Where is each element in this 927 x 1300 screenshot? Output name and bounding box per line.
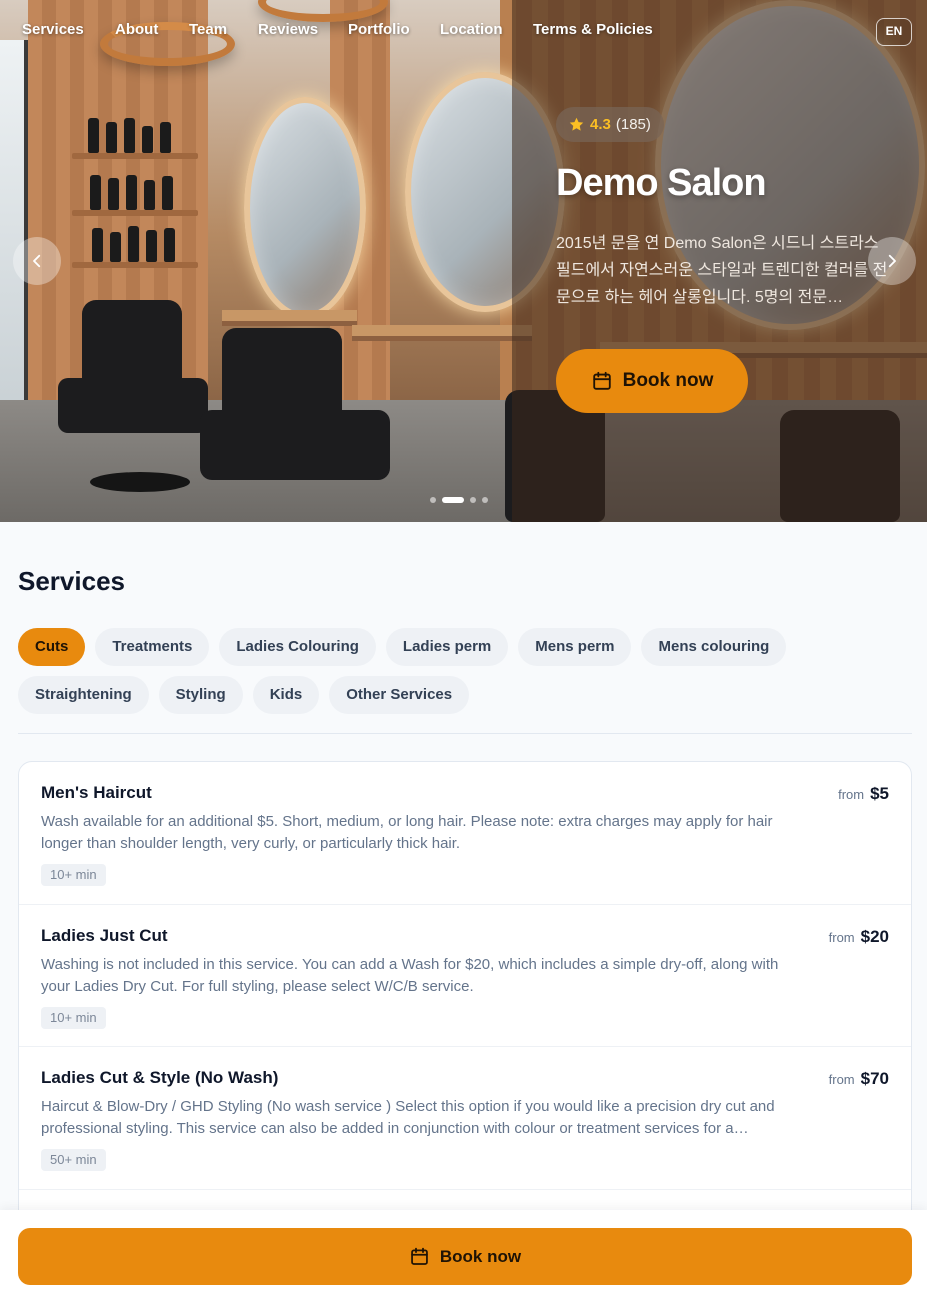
hero-book-now-button[interactable]: Book now: [556, 349, 748, 413]
service-item[interactable]: Ladies Just Cut Washing is not included …: [19, 905, 911, 1047]
language-switcher[interactable]: EN: [876, 18, 912, 46]
price-amount: $5: [870, 784, 889, 803]
price-prefix: from: [828, 1072, 855, 1087]
service-duration-badge: 50+ min: [41, 1149, 106, 1171]
carousel-prev-button[interactable]: [13, 237, 61, 285]
category-chip-other-services[interactable]: Other Services: [329, 676, 470, 714]
rating-badge: 4.3 (185): [556, 107, 664, 142]
service-price: from $5: [838, 784, 889, 804]
star-icon: [569, 117, 584, 131]
service-name: Men's Haircut: [41, 783, 152, 802]
category-chip-cuts[interactable]: Cuts: [18, 628, 86, 666]
category-chip-mens-colouring[interactable]: Mens colouring: [641, 628, 787, 666]
nav-link-services[interactable]: Services: [22, 18, 115, 42]
carousel-dot[interactable]: [470, 497, 476, 503]
service-item[interactable]: Men's Haircut Wash available for an addi…: [19, 762, 911, 905]
service-description: Haircut & Blow-Dry / GHD Styling (No was…: [41, 1098, 775, 1137]
service-name: Ladies Just Cut: [41, 925, 168, 945]
nav-link-reviews[interactable]: Reviews: [258, 18, 348, 42]
nav-link-terms[interactable]: Terms & Policies: [533, 18, 653, 42]
service-description: Washing is not included in this service.…: [41, 955, 779, 995]
nav-link-team[interactable]: Team: [189, 18, 258, 42]
price-amount: $20: [860, 926, 889, 946]
calendar-icon: [592, 371, 611, 390]
carousel-indicators: [430, 497, 488, 503]
service-duration-badge: 10+ min: [41, 1006, 106, 1029]
book-now-button[interactable]: Book now: [18, 1228, 912, 1285]
service-list: Men's Haircut Wash available for an addi…: [18, 761, 912, 1231]
calendar-icon: [411, 1247, 428, 1265]
carousel-next-button[interactable]: [868, 237, 916, 285]
sticky-booking-bar: Book now: [0, 1210, 927, 1300]
price-prefix: from: [828, 929, 855, 945]
hero-carousel: Services About Team Reviews Portfolio Lo…: [0, 0, 927, 522]
price-amount: $70: [860, 1069, 889, 1088]
service-category-tabs: Cuts Treatments Ladies Colouring Ladies …: [18, 628, 918, 714]
chevron-right-icon: [888, 254, 896, 268]
carousel-dot[interactable]: [430, 497, 436, 503]
chevron-left-icon: [33, 254, 41, 268]
service-name: Ladies Cut & Style (No Wash): [41, 1068, 279, 1087]
category-chip-styling[interactable]: Styling: [158, 676, 243, 714]
nav-link-location[interactable]: Location: [440, 18, 533, 42]
category-chip-kids[interactable]: Kids: [252, 676, 320, 714]
service-price: from $20: [829, 927, 889, 947]
service-duration-badge: 10+ min: [41, 864, 106, 886]
category-chip-mens-perm[interactable]: Mens perm: [518, 628, 632, 666]
services-heading: Services: [18, 566, 125, 596]
hero-book-now-label: Book now: [622, 370, 714, 391]
price-prefix: from: [838, 787, 865, 802]
top-navigation: Services About Team Reviews Portfolio Lo…: [22, 18, 653, 42]
book-now-label: Book now: [439, 1246, 522, 1266]
category-chip-ladies-perm[interactable]: Ladies perm: [385, 628, 509, 666]
carousel-dot[interactable]: [482, 497, 488, 503]
nav-link-portfolio[interactable]: Portfolio: [348, 18, 440, 42]
salon-description: 2015년 문을 연 Demo Salon은 시드니 스트라스필드에서 자연스러…: [556, 235, 888, 306]
review-count: (185): [615, 116, 651, 133]
category-chip-straightening[interactable]: Straightening: [18, 676, 149, 714]
rating-value: 4.3: [590, 116, 611, 133]
category-chip-treatments[interactable]: Treatments: [95, 628, 210, 666]
service-price: from $70: [829, 1069, 889, 1089]
nav-link-about[interactable]: About: [115, 18, 189, 42]
service-item[interactable]: Ladies Cut & Style (No Wash) Haircut & B…: [19, 1047, 911, 1190]
category-chip-ladies-colouring[interactable]: Ladies Colouring: [219, 628, 376, 666]
section-divider: [18, 733, 912, 734]
carousel-dot-active[interactable]: [442, 497, 464, 503]
salon-name: Demo Salon: [556, 162, 767, 204]
service-description: Wash available for an additional $5. Sho…: [41, 813, 773, 852]
